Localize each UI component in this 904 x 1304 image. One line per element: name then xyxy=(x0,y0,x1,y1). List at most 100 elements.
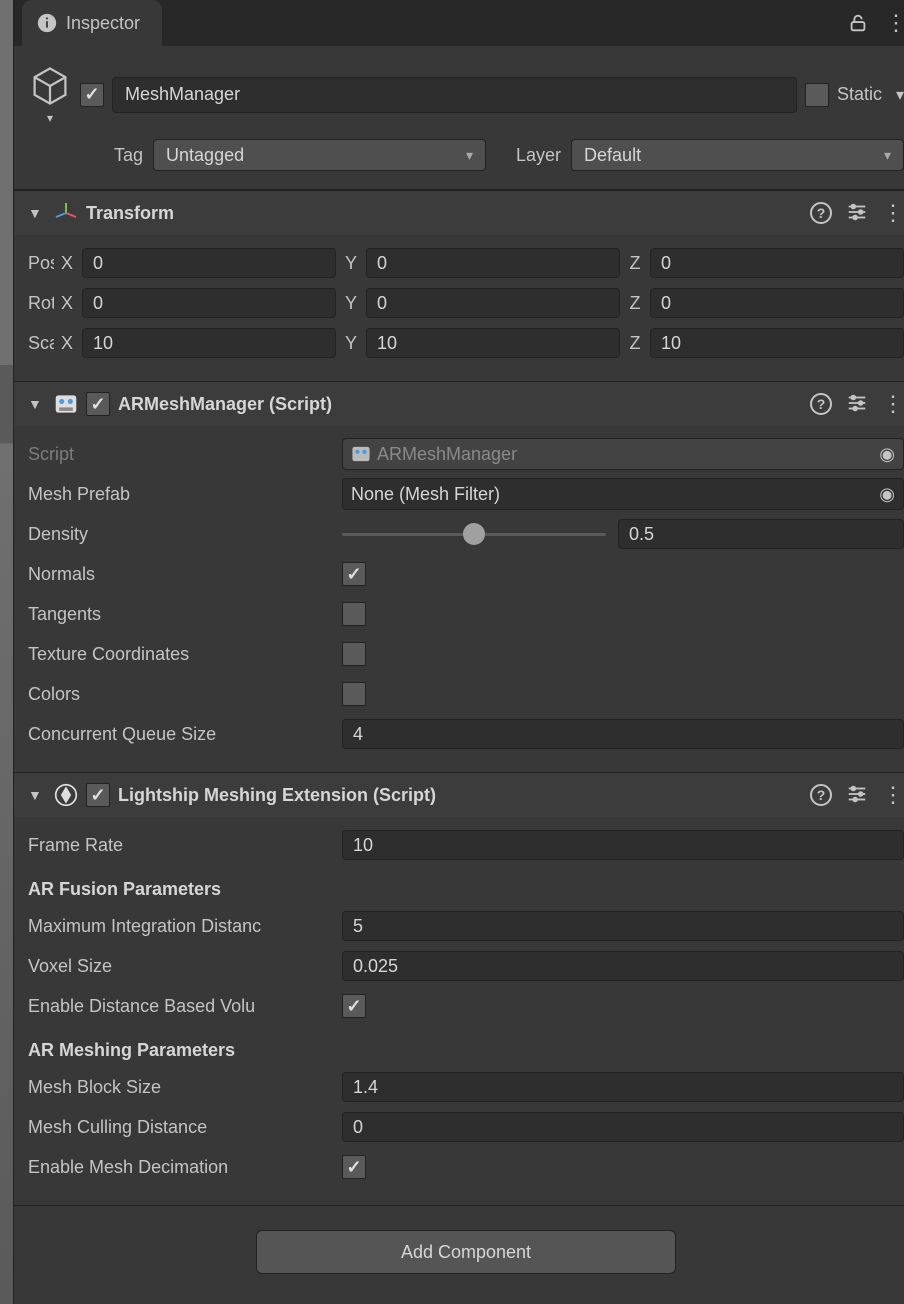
context-menu-icon[interactable]: ⋮ xyxy=(882,782,904,808)
distance-volume-label: Enable Distance Based Volu xyxy=(28,996,338,1017)
foldout-icon[interactable]: ▼ xyxy=(28,787,46,803)
colors-label: Colors xyxy=(28,684,338,705)
static-dropdown[interactable]: ▾ xyxy=(896,85,904,105)
mesh-prefab-label: Mesh Prefab xyxy=(28,484,338,505)
lightship-icon xyxy=(54,783,78,807)
scale-y-input[interactable] xyxy=(366,328,620,358)
position-y-input[interactable] xyxy=(366,248,620,278)
lightship-header[interactable]: ▼ Lightship Meshing Extension (Script) ?… xyxy=(14,773,904,817)
armesh-enabled-checkbox[interactable] xyxy=(86,392,110,416)
component-armeshmanager: ▼ ARMeshManager (Script) ? ⋮ Script ARMe… xyxy=(14,381,904,772)
script-object-field: ARMeshManager ◉ xyxy=(342,438,904,470)
kebab-menu-icon[interactable]: ⋮ xyxy=(882,9,904,37)
component-lightship-meshing: ▼ Lightship Meshing Extension (Script) ?… xyxy=(14,772,904,1205)
help-icon[interactable]: ? xyxy=(810,393,832,415)
transform-icon xyxy=(54,201,78,225)
help-icon[interactable]: ? xyxy=(810,784,832,806)
mesh-decimation-label: Enable Mesh Decimation xyxy=(28,1157,338,1178)
axis-z-label: Z xyxy=(626,293,644,314)
gameobject-enabled-checkbox[interactable] xyxy=(80,83,104,107)
layer-value: Default xyxy=(584,145,641,166)
mesh-block-input[interactable] xyxy=(342,1072,904,1102)
axis-y-label: Y xyxy=(342,293,360,314)
texcoords-checkbox[interactable] xyxy=(342,642,366,666)
lock-icon[interactable] xyxy=(844,9,872,37)
inspector-panel: Inspector ⋮ ▾ Static ▾ Tag Untagged ▾ xyxy=(14,0,904,1304)
density-input[interactable] xyxy=(618,519,904,549)
scale-x-input[interactable] xyxy=(82,328,336,358)
transform-title: Transform xyxy=(86,203,802,224)
foldout-icon[interactable]: ▼ xyxy=(28,205,46,221)
add-component-button[interactable]: Add Component xyxy=(256,1230,676,1274)
gameobject-icon[interactable] xyxy=(28,64,72,111)
help-icon[interactable]: ? xyxy=(810,202,832,224)
chevron-down-icon: ▾ xyxy=(466,147,473,164)
rotation-x-input[interactable] xyxy=(82,288,336,318)
max-integration-label: Maximum Integration Distanc xyxy=(28,916,338,937)
tag-layer-row: Tag Untagged ▾ Layer Default ▾ xyxy=(14,133,904,189)
preset-icon[interactable] xyxy=(846,783,868,808)
script-mini-icon xyxy=(351,444,371,464)
fusion-params-header: AR Fusion Parameters xyxy=(28,865,904,906)
frame-rate-input[interactable] xyxy=(342,830,904,860)
layer-dropdown[interactable]: Default ▾ xyxy=(571,139,904,171)
axis-z-label: Z xyxy=(626,333,644,354)
tag-dropdown[interactable]: Untagged ▾ xyxy=(153,139,486,171)
script-icon xyxy=(54,392,78,416)
axis-x-label: X xyxy=(58,333,76,354)
mesh-culling-input[interactable] xyxy=(342,1112,904,1142)
position-z-input[interactable] xyxy=(650,248,904,278)
layer-label: Layer xyxy=(516,145,561,166)
gameobject-name-input[interactable] xyxy=(112,77,797,113)
frame-rate-label: Frame Rate xyxy=(28,835,338,856)
object-picker-icon[interactable]: ◉ xyxy=(879,484,895,505)
voxel-size-label: Voxel Size xyxy=(28,956,338,977)
component-transform: ▼ Transform ? ⋮ Position X Y Z Rotati xyxy=(14,190,904,381)
max-integration-input[interactable] xyxy=(342,911,904,941)
axis-y-label: Y xyxy=(342,333,360,354)
slider-thumb[interactable] xyxy=(463,523,485,545)
mesh-culling-label: Mesh Culling Distance xyxy=(28,1117,338,1138)
rotation-z-input[interactable] xyxy=(650,288,904,318)
colors-checkbox[interactable] xyxy=(342,682,366,706)
normals-checkbox[interactable] xyxy=(342,562,366,586)
context-menu-icon[interactable]: ⋮ xyxy=(882,391,904,417)
position-x-input[interactable] xyxy=(82,248,336,278)
tab-inspector[interactable]: Inspector xyxy=(22,0,162,46)
scale-z-input[interactable] xyxy=(650,328,904,358)
preset-icon[interactable] xyxy=(846,201,868,226)
script-field-label: Script xyxy=(28,444,338,465)
density-slider[interactable] xyxy=(342,530,606,538)
tab-title: Inspector xyxy=(66,13,140,34)
voxel-size-input[interactable] xyxy=(342,951,904,981)
rotation-label: Rotation xyxy=(28,293,54,314)
queue-input[interactable] xyxy=(342,719,904,749)
normals-label: Normals xyxy=(28,564,338,585)
object-picker-icon: ◉ xyxy=(879,444,895,465)
tag-value: Untagged xyxy=(166,145,244,166)
transform-header[interactable]: ▼ Transform ? ⋮ xyxy=(14,191,904,235)
lightship-enabled-checkbox[interactable] xyxy=(86,783,110,807)
mesh-prefab-value: None (Mesh Filter) xyxy=(351,484,500,505)
tangents-label: Tangents xyxy=(28,604,338,625)
axis-x-label: X xyxy=(58,253,76,274)
left-gutter xyxy=(0,0,14,1304)
mesh-prefab-field[interactable]: None (Mesh Filter) ◉ xyxy=(342,478,904,510)
context-menu-icon[interactable]: ⋮ xyxy=(882,200,904,226)
scale-label: Scale xyxy=(28,333,54,354)
info-icon xyxy=(36,12,58,34)
preset-icon[interactable] xyxy=(846,392,868,417)
icon-dropdown[interactable]: ▾ xyxy=(47,111,53,125)
script-value: ARMeshManager xyxy=(377,444,517,465)
rotation-y-input[interactable] xyxy=(366,288,620,318)
distance-volume-checkbox[interactable] xyxy=(342,994,366,1018)
static-checkbox[interactable] xyxy=(805,83,829,107)
foldout-icon[interactable]: ▼ xyxy=(28,396,46,412)
gameobject-header: ▾ Static ▾ xyxy=(14,46,904,133)
mesh-decimation-checkbox[interactable] xyxy=(342,1155,366,1179)
tag-label: Tag xyxy=(114,145,143,166)
armesh-header[interactable]: ▼ ARMeshManager (Script) ? ⋮ xyxy=(14,382,904,426)
meshing-params-header: AR Meshing Parameters xyxy=(28,1026,904,1067)
tangents-checkbox[interactable] xyxy=(342,602,366,626)
tab-bar: Inspector ⋮ xyxy=(14,0,904,46)
